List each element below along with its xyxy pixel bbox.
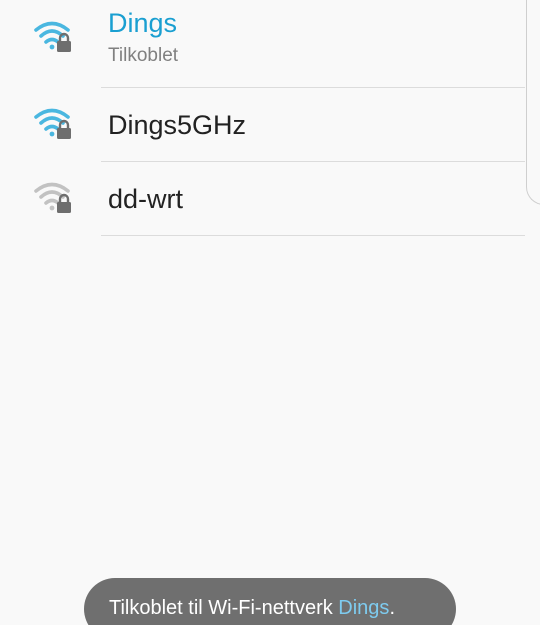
wifi-lock-icon bbox=[33, 19, 75, 55]
toast-prefix: Tilkoblet til Wi-Fi-nettverk bbox=[109, 597, 339, 619]
divider bbox=[101, 235, 525, 236]
toast-suffix: . bbox=[389, 597, 395, 619]
network-name: Dings bbox=[108, 8, 178, 38]
wifi-lock-icon bbox=[33, 106, 75, 142]
wifi-signal-arcs bbox=[34, 108, 70, 131]
wifi-network-list: Dings Tilkoblet Dings5GHz dd-wrt bbox=[0, 0, 525, 236]
wifi-screen: Dings Tilkoblet Dings5GHz dd-wrt Tilkobl… bbox=[0, 0, 540, 625]
wifi-network-item-dd-wrt[interactable]: dd-wrt bbox=[0, 162, 525, 236]
edge-panel-handle[interactable] bbox=[526, 0, 540, 205]
network-name: Dings5GHz bbox=[108, 110, 247, 140]
network-status: Tilkoblet bbox=[108, 45, 179, 66]
wifi-signal-arcs bbox=[34, 21, 70, 44]
wifi-signal-arcs bbox=[34, 182, 70, 205]
toast-message: Tilkoblet til Wi-Fi-nettverk Dings. bbox=[84, 578, 456, 625]
wifi-network-item-dings5ghz[interactable]: Dings5GHz bbox=[0, 88, 525, 162]
wifi-lock-icon bbox=[33, 180, 75, 216]
wifi-network-item-dings[interactable]: Dings Tilkoblet bbox=[0, 0, 525, 88]
network-name: dd-wrt bbox=[108, 184, 184, 214]
toast-network-name: Dings bbox=[338, 597, 390, 619]
